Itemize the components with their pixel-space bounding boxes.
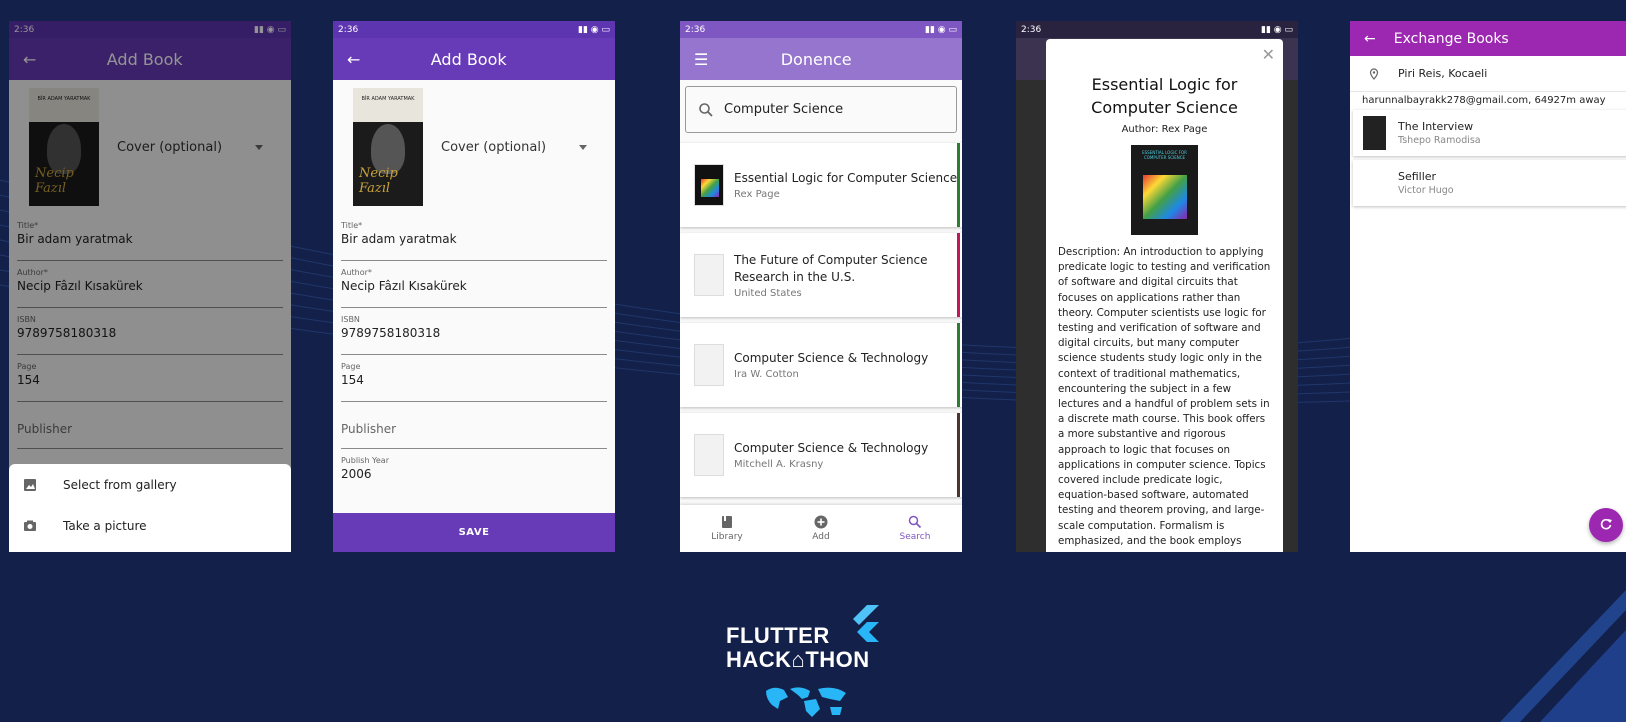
search-icon — [698, 102, 714, 118]
book-thumbnail — [694, 254, 724, 296]
status-time: 2:36 — [1021, 24, 1042, 35]
logo-line-2: HACK⌂THON — [726, 647, 870, 672]
status-icons: ▮▮ ◉ ▭ — [925, 24, 957, 35]
screen-book-detail: 2:36 ▮▮ ◉ ▭ ✕ Essential Logic for Comput… — [1016, 21, 1298, 552]
world-map-icon — [766, 687, 846, 717]
nav-search[interactable]: Search — [868, 505, 962, 552]
cover-dropdown[interactable]: Cover (optional) — [441, 140, 587, 155]
back-arrow-icon[interactable]: ← — [1364, 31, 1376, 47]
menu-icon[interactable]: ☰ — [694, 50, 708, 69]
results-list: Essential Logic for Computer Science Rex … — [680, 143, 962, 497]
screen-add-book-sheet: 2:36 ▮▮ ◉ ▭ ← Add Book BİR ADAM YARATMAK… — [9, 21, 291, 552]
status-bar: 2:36 ▮▮ ◉ ▭ — [1016, 21, 1298, 38]
status-icons: ▮▮ ◉ ▭ — [578, 24, 610, 35]
location-row[interactable]: Piri Reis, Kocaeli — [1350, 56, 1626, 92]
list-item[interactable]: Computer Science & Technology Ira W. Cott… — [680, 323, 962, 407]
publish-year-field[interactable]: Publish Year 2006 — [341, 449, 607, 496]
save-button[interactable]: SAVE — [333, 513, 615, 552]
page-field[interactable]: Page 154 — [341, 355, 607, 402]
title-field[interactable]: Title* Bir adam yaratmak — [341, 214, 607, 261]
status-time: 2:36 — [685, 24, 706, 35]
page-title: Add Book — [430, 49, 507, 69]
list-item[interactable]: Essential Logic for Computer Science Rex … — [680, 143, 962, 227]
flutter-hackathon-logo: FLUTTER HACK⌂THON — [720, 605, 910, 722]
status-time: 2:36 — [338, 24, 359, 35]
list-item[interactable]: Computer Science & Technology Mitchell A.… — [680, 413, 962, 497]
close-icon[interactable]: ✕ — [1262, 45, 1275, 64]
color-bar — [957, 323, 960, 407]
book-thumbnail — [1363, 166, 1386, 200]
search-icon — [908, 515, 922, 529]
logo-line-1: FLUTTER — [726, 623, 830, 648]
take-picture-option[interactable]: Take a picture — [9, 505, 291, 546]
book-thumbnail — [694, 344, 724, 386]
user-distance-text: harunnalbayrakk278@gmail.com, 64927m awa… — [1362, 95, 1606, 106]
list-item[interactable]: The Future of Computer Science Research … — [680, 233, 962, 317]
screen-add-book: 2:36 ▮▮ ◉ ▭ ← Add Book BİR ADAM YARATMAK… — [333, 21, 615, 552]
book-detail-dialog: ✕ Essential Logic for Computer Science A… — [1046, 39, 1283, 552]
status-bar: 2:36 ▮▮ ◉ ▭ — [333, 21, 615, 38]
bottom-navigation: Library Add Search — [680, 505, 962, 552]
cover-image[interactable]: BİR ADAM YARATMAK Necip Fazıl — [353, 88, 423, 206]
image-source-sheet: Select from gallery Take a picture — [9, 464, 291, 552]
refresh-fab[interactable] — [1589, 508, 1623, 542]
dropdown-caret-icon — [579, 144, 587, 150]
list-item[interactable]: Sefiller Victor Hugo — [1353, 160, 1626, 206]
book-thumbnail — [694, 164, 724, 206]
refresh-icon — [1599, 516, 1613, 535]
app-bar: ← Add Book — [333, 38, 615, 80]
app-title: Donence — [780, 49, 852, 69]
color-bar — [957, 413, 960, 497]
search-input[interactable]: Computer Science — [685, 86, 957, 133]
page-title: Exchange Books — [1393, 30, 1509, 47]
app-bar: ← Exchange Books — [1350, 21, 1626, 56]
add-circle-icon — [814, 515, 828, 529]
book-icon — [720, 515, 734, 529]
dialog-author: Author: Rex Page — [1121, 124, 1208, 135]
list-item[interactable]: The Interview Tshepo Ramodisa — [1353, 110, 1626, 156]
color-bar — [957, 233, 960, 317]
status-bar: 2:36 ▮▮ ◉ ▭ — [680, 21, 962, 38]
author-field[interactable]: Author* Necip Fâzıl Kısakürek — [341, 261, 607, 308]
isbn-field[interactable]: ISBN 9789758180318 — [341, 308, 607, 355]
status-icons: ▮▮ ◉ ▭ — [1261, 24, 1293, 35]
publisher-field[interactable]: Publisher — [341, 402, 607, 449]
dialog-description: Description: An introduction to applying… — [1058, 246, 1271, 547]
screen-exchange-books: ← Exchange Books Piri Reis, Kocaeli haru… — [1350, 21, 1626, 552]
screen-search: 2:36 ▮▮ ◉ ▭ ☰ Donence Computer Science E… — [680, 21, 962, 552]
nav-library[interactable]: Library — [680, 505, 774, 552]
image-icon — [23, 478, 37, 492]
book-cover: ESSENTIAL LOGIC FOR COMPUTER SCIENCE — [1131, 145, 1198, 235]
nav-add[interactable]: Add — [774, 505, 868, 552]
book-thumbnail — [694, 434, 724, 476]
dialog-title: Essential Logic for Computer Science — [1091, 75, 1238, 117]
camera-icon — [23, 519, 37, 533]
back-arrow-icon[interactable]: ← — [347, 50, 360, 69]
book-thumbnail — [1363, 116, 1386, 150]
select-gallery-option[interactable]: Select from gallery — [9, 464, 291, 505]
color-bar — [957, 143, 960, 227]
flutter-logo-icon — [853, 605, 879, 642]
location-pin-icon — [1368, 67, 1380, 80]
app-bar: ☰ Donence — [680, 38, 962, 80]
